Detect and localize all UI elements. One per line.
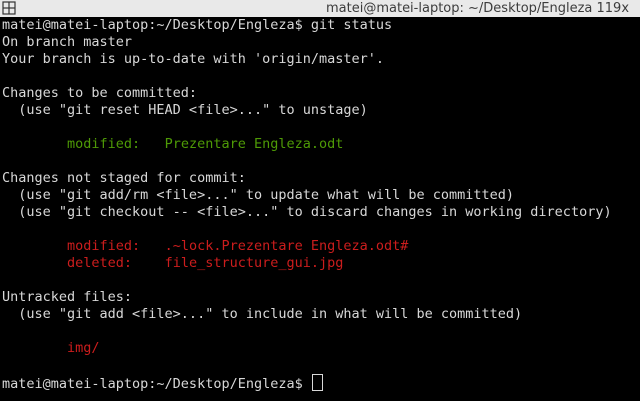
file-status: deleted: xyxy=(67,255,133,271)
file-name: img/ xyxy=(67,340,100,356)
text-cursor xyxy=(311,374,323,391)
window-title: matei@matei-laptop: ~/Desktop/Engleza 11… xyxy=(326,1,630,16)
untracked-header: Untracked files: xyxy=(2,289,133,305)
unstaged-hint: (use "git add/rm <file>..." to update wh… xyxy=(2,187,515,203)
command-line: matei@matei-laptop:~/Desktop/Engleza$ gi… xyxy=(2,17,393,33)
unstaged-file-row: modified: .~lock.Prezentare Engleza.odt# xyxy=(2,238,408,255)
file-name: Prezentare Engleza.odt xyxy=(164,136,344,152)
staged-file-row: modified: Prezentare Engleza.odt xyxy=(2,136,343,153)
shell-prompt: matei@matei-laptop:~/Desktop/Engleza$ xyxy=(2,376,311,392)
unstaged-header: Changes not staged for commit: xyxy=(2,170,246,186)
staged-hint: (use "git reset HEAD <file>..." to unsta… xyxy=(2,102,368,118)
file-name: .~lock.Prezentare Engleza.odt# xyxy=(164,238,409,254)
prompt-line[interactable]: matei@matei-laptop:~/Desktop/Engleza$ xyxy=(2,374,323,392)
window-titlebar[interactable]: matei@matei-laptop: ~/Desktop/Engleza 11… xyxy=(0,0,640,18)
file-name: file_structure_gui.jpg xyxy=(164,255,344,271)
file-status: modified: xyxy=(67,136,141,152)
unstaged-hint: (use "git checkout -- <file>..." to disc… xyxy=(2,204,612,220)
staged-header: Changes to be committed: xyxy=(2,85,198,101)
terminal-output[interactable]: matei@matei-laptop:~/Desktop/Engleza$ gi… xyxy=(0,17,640,401)
uptodate-line: Your branch is up-to-date with 'origin/m… xyxy=(2,51,385,67)
untracked-file-row: img/ xyxy=(2,340,100,357)
branch-line: On branch master xyxy=(2,34,133,50)
terminal-split-icon[interactable] xyxy=(2,1,16,15)
file-status: modified: xyxy=(67,238,141,254)
untracked-hint: (use "git add <file>..." to include in w… xyxy=(2,306,523,322)
unstaged-file-row: deleted: file_structure_gui.jpg xyxy=(2,255,343,272)
